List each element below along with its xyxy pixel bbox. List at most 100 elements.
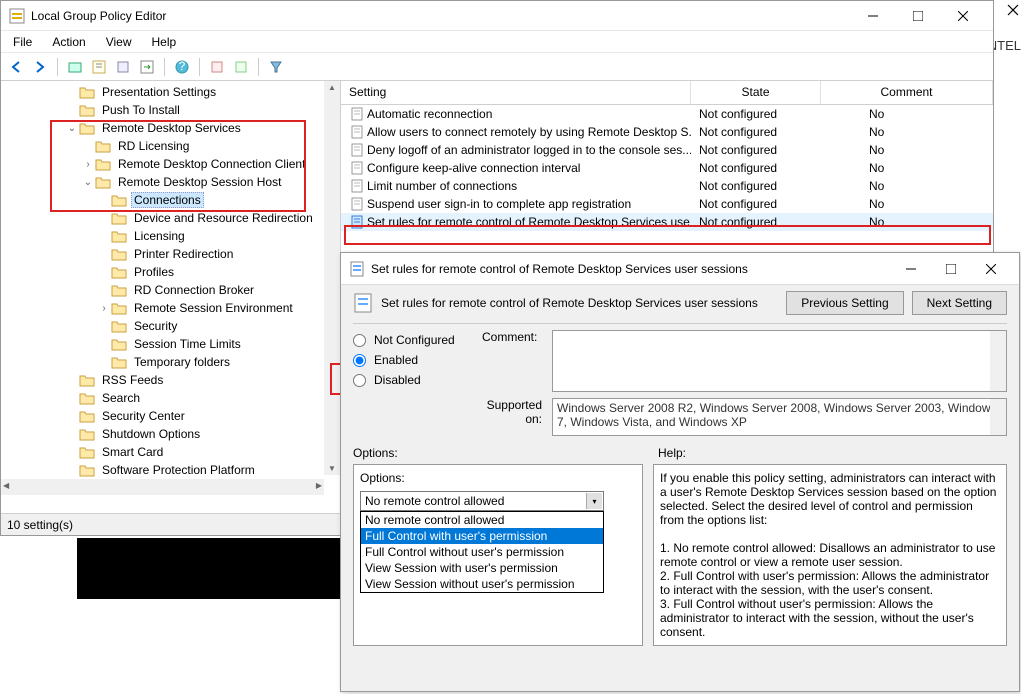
toolbar-icon-5[interactable] <box>206 56 228 78</box>
options-dropdown[interactable]: No remote control allowedFull Control wi… <box>360 511 604 593</box>
radio-not-configured[interactable]: Not Configured <box>353 330 482 350</box>
folder-icon <box>95 139 111 153</box>
tree-label: Temporary folders <box>131 354 233 370</box>
options-inner-label: Options: <box>360 471 636 485</box>
tree-item[interactable]: ⌄Remote Desktop Session Host <box>1 173 340 191</box>
dialog-titlebar[interactable]: Set rules for remote control of Remote D… <box>341 253 1019 285</box>
tree-item[interactable]: Software Protection Platform <box>1 461 340 479</box>
dialog-minimize[interactable] <box>891 255 931 283</box>
tree-item[interactable]: Printer Redirection <box>1 245 340 263</box>
col-header-setting[interactable]: Setting <box>341 81 691 104</box>
tree-label: Remote Session Environment <box>131 300 296 316</box>
folder-icon <box>111 193 127 207</box>
tree-item[interactable]: Licensing <box>1 227 340 245</box>
list-row[interactable]: Limit number of connectionsNot configure… <box>341 177 993 195</box>
help-icon[interactable]: ? <box>171 56 193 78</box>
list-row[interactable]: Suspend user sign-in to complete app reg… <box>341 195 993 213</box>
tree-item[interactable]: Search <box>1 389 340 407</box>
tree-item[interactable]: › Remote Desktop Connection Client <box>1 155 340 173</box>
tree-pane[interactable]: Presentation SettingsPush To Install⌄Rem… <box>1 81 341 495</box>
tree-item[interactable]: RSS Feeds <box>1 371 340 389</box>
next-setting-button[interactable]: Next Setting <box>912 291 1007 315</box>
tree-item[interactable]: Profiles <box>1 263 340 281</box>
list-row[interactable]: Allow users to connect remotely by using… <box>341 123 993 141</box>
close-button[interactable] <box>940 2 985 30</box>
options-combo[interactable]: No remote control allowed ▾ <box>360 491 604 511</box>
dropdown-option[interactable]: No remote control allowed <box>361 512 603 528</box>
tree-item[interactable]: Push To Install <box>1 101 340 119</box>
setting-state: Not configured <box>691 106 821 122</box>
tree-item[interactable]: ⌄Remote Desktop Services <box>1 119 340 137</box>
tree-vscrollbar[interactable] <box>324 81 340 475</box>
options-pane: Options: No remote control allowed ▾ No … <box>353 464 643 646</box>
setting-comment: No <box>821 178 993 194</box>
menu-help[interactable]: Help <box>144 33 185 51</box>
expand-icon[interactable]: › <box>81 159 95 170</box>
dropdown-option[interactable]: Full Control with user's permission <box>361 528 603 544</box>
expand-icon[interactable]: ⌄ <box>81 177 95 188</box>
tree-item[interactable]: Device and Resource Redirection <box>1 209 340 227</box>
list-row[interactable]: Set rules for remote control of Remote D… <box>341 213 993 231</box>
tree-label: Remote Desktop Connection Client <box>115 156 308 172</box>
toolbar-icon-3[interactable] <box>112 56 134 78</box>
expand-icon[interactable]: › <box>97 303 111 314</box>
tree-item[interactable]: › Remote Session Environment <box>1 299 340 317</box>
tree-item[interactable]: RD Licensing <box>1 137 340 155</box>
dropdown-option[interactable]: View Session with user's permission <box>361 560 603 576</box>
black-background-strip <box>77 538 343 599</box>
tree-hscrollbar[interactable] <box>1 479 324 495</box>
titlebar[interactable]: Local Group Policy Editor <box>1 1 993 31</box>
dialog-maximize[interactable] <box>931 255 971 283</box>
dropdown-option[interactable]: View Session without user's permission <box>361 576 603 592</box>
toolbar-icon-6[interactable] <box>230 56 252 78</box>
list-row[interactable]: Deny logoff of an administrator logged i… <box>341 141 993 159</box>
setting-name: Set rules for remote control of Remote D… <box>367 215 691 229</box>
setting-comment: No <box>821 142 993 158</box>
tree-label: Push To Install <box>99 102 183 118</box>
col-header-comment[interactable]: Comment <box>821 81 993 104</box>
dialog-close[interactable] <box>971 255 1011 283</box>
comment-label: Comment: <box>482 330 542 392</box>
tree-item[interactable]: Smart Card <box>1 443 340 461</box>
dropdown-option[interactable]: Full Control without user's permission <box>361 544 603 560</box>
tree-label: Session Time Limits <box>131 336 244 352</box>
back-button[interactable] <box>5 56 27 78</box>
setting-state: Not configured <box>691 142 821 158</box>
minimize-button[interactable] <box>850 2 895 30</box>
filter-icon[interactable] <box>265 56 287 78</box>
list-row[interactable]: Automatic reconnectionNot configuredNo <box>341 105 993 123</box>
toolbar-icon-4[interactable] <box>136 56 158 78</box>
chevron-down-icon[interactable]: ▾ <box>586 493 602 509</box>
maximize-button[interactable] <box>895 2 940 30</box>
forward-button[interactable] <box>29 56 51 78</box>
folder-icon <box>79 373 95 387</box>
menu-file[interactable]: File <box>5 33 40 51</box>
tree-item[interactable]: RD Connection Broker <box>1 281 340 299</box>
radio-disabled[interactable]: Disabled <box>353 370 482 390</box>
tree-item[interactable]: Connections <box>1 191 340 209</box>
expand-icon[interactable]: ⌄ <box>65 123 79 134</box>
setting-comment: No <box>821 124 993 140</box>
toolbar-icon-1[interactable] <box>64 56 86 78</box>
tree-item[interactable]: Temporary folders <box>1 353 340 371</box>
tree-item[interactable]: Shutdown Options <box>1 425 340 443</box>
list-row[interactable]: Configure keep-alive connection interval… <box>341 159 993 177</box>
col-header-state[interactable]: State <box>691 81 821 104</box>
tree-item[interactable]: Security Center <box>1 407 340 425</box>
setting-comment: No <box>821 196 993 212</box>
toolbar-icon-2[interactable] <box>88 56 110 78</box>
menu-action[interactable]: Action <box>44 33 93 51</box>
tree-item[interactable]: Session Time Limits <box>1 335 340 353</box>
list-header[interactable]: Setting State Comment <box>341 81 993 105</box>
menu-view[interactable]: View <box>98 33 140 51</box>
tree-label: Shutdown Options <box>99 426 203 442</box>
previous-setting-button[interactable]: Previous Setting <box>786 291 903 315</box>
tree-label: Printer Redirection <box>131 246 236 262</box>
folder-icon <box>79 445 95 459</box>
folder-icon <box>79 391 95 405</box>
radio-enabled[interactable]: Enabled <box>353 350 482 370</box>
tree-item[interactable]: Presentation Settings <box>1 83 340 101</box>
tree-item[interactable]: Security <box>1 317 340 335</box>
folder-icon <box>111 211 127 225</box>
comment-textarea[interactable] <box>552 330 1007 392</box>
